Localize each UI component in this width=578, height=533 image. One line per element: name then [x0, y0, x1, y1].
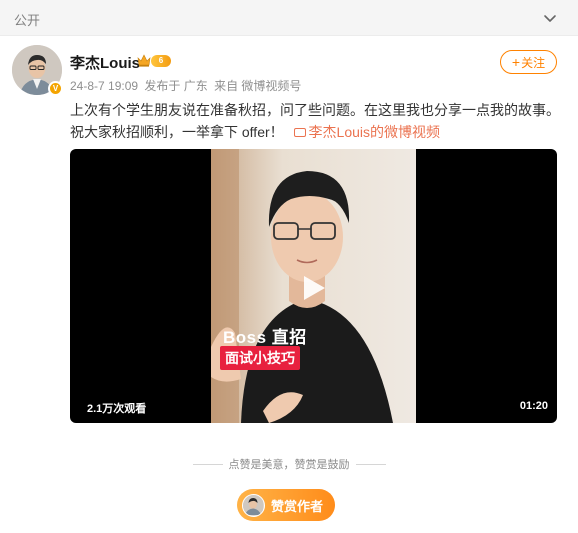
plus-icon: +: [511, 54, 521, 70]
reward-label: 赞赏作者: [271, 498, 324, 514]
play-icon[interactable]: [298, 273, 328, 303]
view-count: 2.1万次观看: [87, 403, 147, 415]
author-mini-avatar: [242, 493, 265, 517]
video-link-label: 李杰Louis的微博视频: [308, 124, 441, 140]
video-overlay-title: Boss 直招: [223, 328, 307, 347]
video-player[interactable]: Boss 直招 面试小技巧 2.1万次观看 01:20: [70, 149, 557, 423]
video-source-link[interactable]: 李杰Louis的微博视频: [288, 124, 440, 140]
member-level-badge: 6: [151, 55, 171, 67]
reward-tip-text: 点赞是美意，赞赏是鼓励: [228, 459, 350, 471]
reward-tip: 点赞是美意，赞赏是鼓励: [0, 456, 578, 472]
post-meta: 24-8-7 19:09 发布于 广东 来自 微博视频号: [70, 77, 304, 94]
verified-badge-icon: V: [48, 81, 63, 96]
crown-icon: [137, 54, 151, 67]
video-overlay-subtitle: 面试小技巧: [220, 346, 300, 370]
video-duration: 01:20: [519, 400, 548, 412]
tv-icon: [293, 128, 306, 137]
reward-author-button[interactable]: 赞赏作者: [237, 489, 335, 521]
post-source[interactable]: 来自 微博视频号: [214, 79, 301, 93]
follow-label: 关注: [521, 55, 546, 70]
visibility-label: 公开: [14, 13, 41, 28]
post-text: 上次有个学生朋友说在准备秋招，问了些问题。在这里我也分享一点我的故事。祝大家秋招…: [70, 99, 562, 143]
divider-left: [192, 464, 223, 465]
author-name[interactable]: 李杰Louis: [70, 52, 140, 73]
follow-button[interactable]: + 关注: [500, 50, 557, 74]
post-location: 发布于 广东: [144, 79, 208, 93]
chevron-down-icon[interactable]: [542, 10, 558, 26]
post-date[interactable]: 24-8-7 19:09: [70, 79, 138, 93]
divider-right: [355, 464, 386, 465]
post-visibility-bar: 公开: [0, 0, 578, 36]
